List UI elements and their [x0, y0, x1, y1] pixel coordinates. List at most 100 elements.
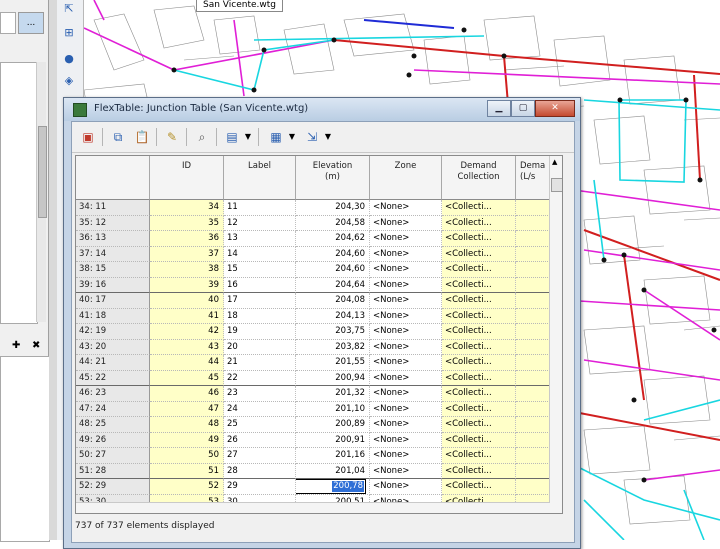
cell-demand-collection[interactable]: <Collecti...	[442, 355, 516, 371]
cell-id[interactable]: 35	[150, 215, 224, 231]
table-row[interactable]: 36: 13 36 13 204,62 <None> <Collecti...	[76, 231, 562, 247]
cell-demand[interactable]	[516, 339, 550, 355]
table-row[interactable]: 35: 12 35 12 204,58 <None> <Collecti...	[76, 215, 562, 231]
row-header[interactable]: 35: 12	[76, 215, 150, 231]
cell-label[interactable]: 19	[224, 324, 296, 340]
table-row[interactable]: 51: 28 51 28 201,04 <None> <Collecti...	[76, 463, 562, 479]
cell-label[interactable]: 22	[224, 370, 296, 386]
cell-zone[interactable]: <None>	[370, 417, 442, 433]
table-row[interactable]: 47: 24 47 24 201,10 <None> <Collecti...	[76, 401, 562, 417]
cell-label[interactable]: 16	[224, 277, 296, 293]
report-icon[interactable]: ▤	[224, 129, 240, 145]
cell-zone[interactable]: <None>	[370, 262, 442, 278]
cell-id[interactable]: 46	[150, 386, 224, 402]
row-header[interactable]: 47: 24	[76, 401, 150, 417]
cell-demand-collection[interactable]: <Collecti...	[442, 200, 516, 216]
cell-elevation[interactable]: 201,16	[296, 448, 370, 464]
cell-label[interactable]: 18	[224, 308, 296, 324]
cell-demand[interactable]	[516, 432, 550, 448]
cell-id[interactable]: 49	[150, 432, 224, 448]
cell-elevation[interactable]: 204,13	[296, 308, 370, 324]
chevron-down-icon[interactable]: ▼	[240, 129, 256, 145]
cell-id[interactable]: 47	[150, 401, 224, 417]
cell-label[interactable]: 24	[224, 401, 296, 417]
cell-demand[interactable]	[516, 200, 550, 216]
table-row[interactable]: 48: 25 48 25 200,89 <None> <Collecti...	[76, 417, 562, 433]
cell-zone[interactable]: <None>	[370, 355, 442, 371]
cell-demand-collection[interactable]: <Collecti...	[442, 448, 516, 464]
cell-label[interactable]: 27	[224, 448, 296, 464]
pointer-icon[interactable]: ⇱	[62, 2, 76, 16]
close-button[interactable]: ✕	[535, 100, 575, 117]
cell-demand[interactable]	[516, 246, 550, 262]
cell-demand[interactable]	[516, 277, 550, 293]
cell-id[interactable]: 52	[150, 479, 224, 495]
cell-id[interactable]: 41	[150, 308, 224, 324]
cell-demand-collection[interactable]: <Collecti...	[442, 277, 516, 293]
chevron-down-icon[interactable]: ▼	[320, 129, 336, 145]
cell-zone[interactable]: <None>	[370, 432, 442, 448]
browse-button[interactable]: ...	[18, 12, 44, 34]
cell-zone[interactable]: <None>	[370, 215, 442, 231]
cell-label[interactable]: 20	[224, 339, 296, 355]
cell-id[interactable]: 48	[150, 417, 224, 433]
row-header[interactable]: 36: 13	[76, 231, 150, 247]
cell-zone[interactable]: <None>	[370, 401, 442, 417]
cell-demand-collection[interactable]: <Collecti...	[442, 417, 516, 433]
table-row[interactable]: 46: 23 46 23 201,32 <None> <Collecti...	[76, 386, 562, 402]
valve-tool-icon[interactable]: ◈	[62, 74, 76, 88]
cell-elevation[interactable]: 200,89	[296, 417, 370, 433]
cell-elevation[interactable]: 203,75	[296, 324, 370, 340]
tree-scrollbar[interactable]	[36, 62, 47, 322]
cell-id[interactable]: 42	[150, 324, 224, 340]
table-horizontal-scrollbar[interactable]	[76, 502, 550, 513]
cell-demand-collection[interactable]: <Collecti...	[442, 262, 516, 278]
cell-label[interactable]: 29	[224, 479, 296, 495]
row-header[interactable]: 48: 25	[76, 417, 150, 433]
cell-id[interactable]: 40	[150, 293, 224, 309]
row-header[interactable]: 46: 23	[76, 386, 150, 402]
table-row[interactable]: 37: 14 37 14 204,60 <None> <Collecti...	[76, 246, 562, 262]
element-tree[interactable]	[0, 62, 38, 324]
cell-zone[interactable]: <None>	[370, 448, 442, 464]
cell-id[interactable]: 50	[150, 448, 224, 464]
cell-id[interactable]: 34	[150, 200, 224, 216]
table-row[interactable]: 38: 15 38 15 204,60 <None> <Collecti...	[76, 262, 562, 278]
cell-label[interactable]: 21	[224, 355, 296, 371]
row-header[interactable]: 49: 26	[76, 432, 150, 448]
column-header-demand-collection[interactable]: Demand Collection	[442, 156, 516, 200]
row-header[interactable]: 52: 29	[76, 479, 150, 495]
cell-zone[interactable]: <None>	[370, 293, 442, 309]
cell-demand[interactable]	[516, 324, 550, 340]
cell-label[interactable]: 11	[224, 200, 296, 216]
table-row[interactable]: 40: 17 40 17 204,08 <None> <Collecti...	[76, 293, 562, 309]
cell-id[interactable]: 38	[150, 262, 224, 278]
cell-editor-input[interactable]: 200,78	[296, 479, 366, 494]
cell-id[interactable]: 36	[150, 231, 224, 247]
cell-label[interactable]: 17	[224, 293, 296, 309]
cell-id[interactable]: 43	[150, 339, 224, 355]
properties-panel[interactable]	[0, 356, 50, 542]
column-header-zone[interactable]: Zone	[370, 156, 442, 200]
cell-demand[interactable]	[516, 355, 550, 371]
maximize-button[interactable]: ▢	[511, 100, 535, 117]
column-header-elevation[interactable]: Elevation (m)	[296, 156, 370, 200]
cell-elevation[interactable]: 203,82	[296, 339, 370, 355]
window-titlebar[interactable]: FlexTable: Junction Table (San Vicente.w…	[64, 98, 580, 121]
cell-elevation[interactable]: 200,78	[296, 479, 370, 495]
table-options-icon[interactable]: ▦	[268, 129, 284, 145]
cell-elevation[interactable]: 204,58	[296, 215, 370, 231]
save-icon[interactable]: ▣	[80, 129, 96, 145]
cell-demand-collection[interactable]: <Collecti...	[442, 293, 516, 309]
table-row[interactable]: 43: 20 43 20 203,82 <None> <Collecti...	[76, 339, 562, 355]
edit-icon[interactable]: ✎	[164, 129, 180, 145]
row-header[interactable]: 39: 16	[76, 277, 150, 293]
column-header-id[interactable]: ID	[150, 156, 224, 200]
cell-elevation[interactable]: 204,64	[296, 277, 370, 293]
cell-demand-collection[interactable]: <Collecti...	[442, 479, 516, 495]
cell-elevation[interactable]: 201,10	[296, 401, 370, 417]
cell-label[interactable]: 28	[224, 463, 296, 479]
cell-demand-collection[interactable]: <Collecti...	[442, 370, 516, 386]
cell-demand[interactable]	[516, 401, 550, 417]
copy-icon[interactable]: ⧉	[110, 129, 126, 145]
